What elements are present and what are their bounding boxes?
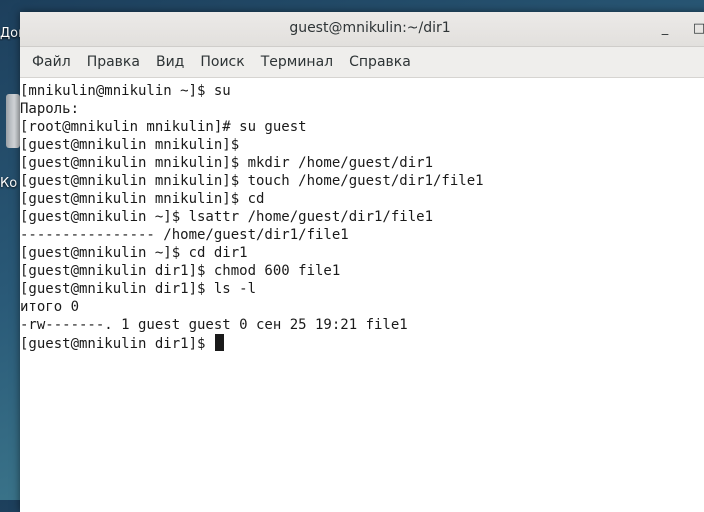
trash-icon[interactable] [6,94,20,148]
terminal-line: [guest@mnikulin mnikulin]$ mkdir /home/g… [20,155,434,171]
terminal-line: Пароль: [20,101,80,117]
terminal-prompt-line[interactable]: [guest@mnikulin dir1]$ [20,334,704,352]
menu-item-terminal[interactable]: Терминал [253,54,341,70]
terminal-line: ---------------- /home/guest/dir1/file1 [20,227,349,243]
terminal-line: [guest@mnikulin mnikulin]$ [20,137,240,153]
menu-item-file[interactable]: Файл [24,54,79,70]
terminal-line: -rw-------. 1 guest guest 0 сен 25 19:21… [20,317,408,333]
terminal-line: [guest@mnikulin mnikulin]$ touch /home/g… [20,173,484,189]
menu-item-view[interactable]: Вид [148,54,192,70]
terminal-line: [guest@mnikulin dir1]$ ls -l [20,281,257,297]
window-title: guest@mnikulin:~/dir1 [289,20,451,36]
title-bar[interactable]: guest@mnikulin:~/dir1 _ □ [20,12,704,47]
terminal-line: итого 0 [20,299,80,315]
menu-bar: Файл Правка Вид Поиск Терминал Справка [20,47,704,78]
terminal-line: [guest@mnikulin dir1]$ chmod 600 file1 [20,263,341,279]
menu-item-help[interactable]: Справка [341,54,419,70]
menu-item-search[interactable]: Поиск [192,54,252,70]
terminal-line: [guest@mnikulin mnikulin]$ cd [20,191,265,207]
minimize-button[interactable]: _ [656,20,674,38]
terminal-line: [guest@mnikulin ~]$ lsattr /home/guest/d… [20,209,434,225]
maximize-button[interactable]: □ [690,20,704,38]
terminal-line: [guest@mnikulin ~]$ cd dir1 [20,245,248,261]
text-cursor [214,334,224,351]
terminal-line: [mnikulin@mnikulin ~]$ su [20,83,231,99]
terminal-output[interactable]: [mnikulin@mnikulin ~]$ su Пароль: [root@… [20,78,704,352]
desktop-icon-label-trash[interactable]: Ко [0,176,20,191]
terminal-line: [root@mnikulin mnikulin]# su guest [20,119,307,135]
terminal-prompt: [guest@mnikulin dir1]$ [20,336,214,352]
terminal-window: guest@mnikulin:~/dir1 _ □ Файл Правка Ви… [20,12,704,512]
desktop-icon-label-home[interactable]: Дома [0,26,20,41]
menu-item-edit[interactable]: Правка [79,54,148,70]
